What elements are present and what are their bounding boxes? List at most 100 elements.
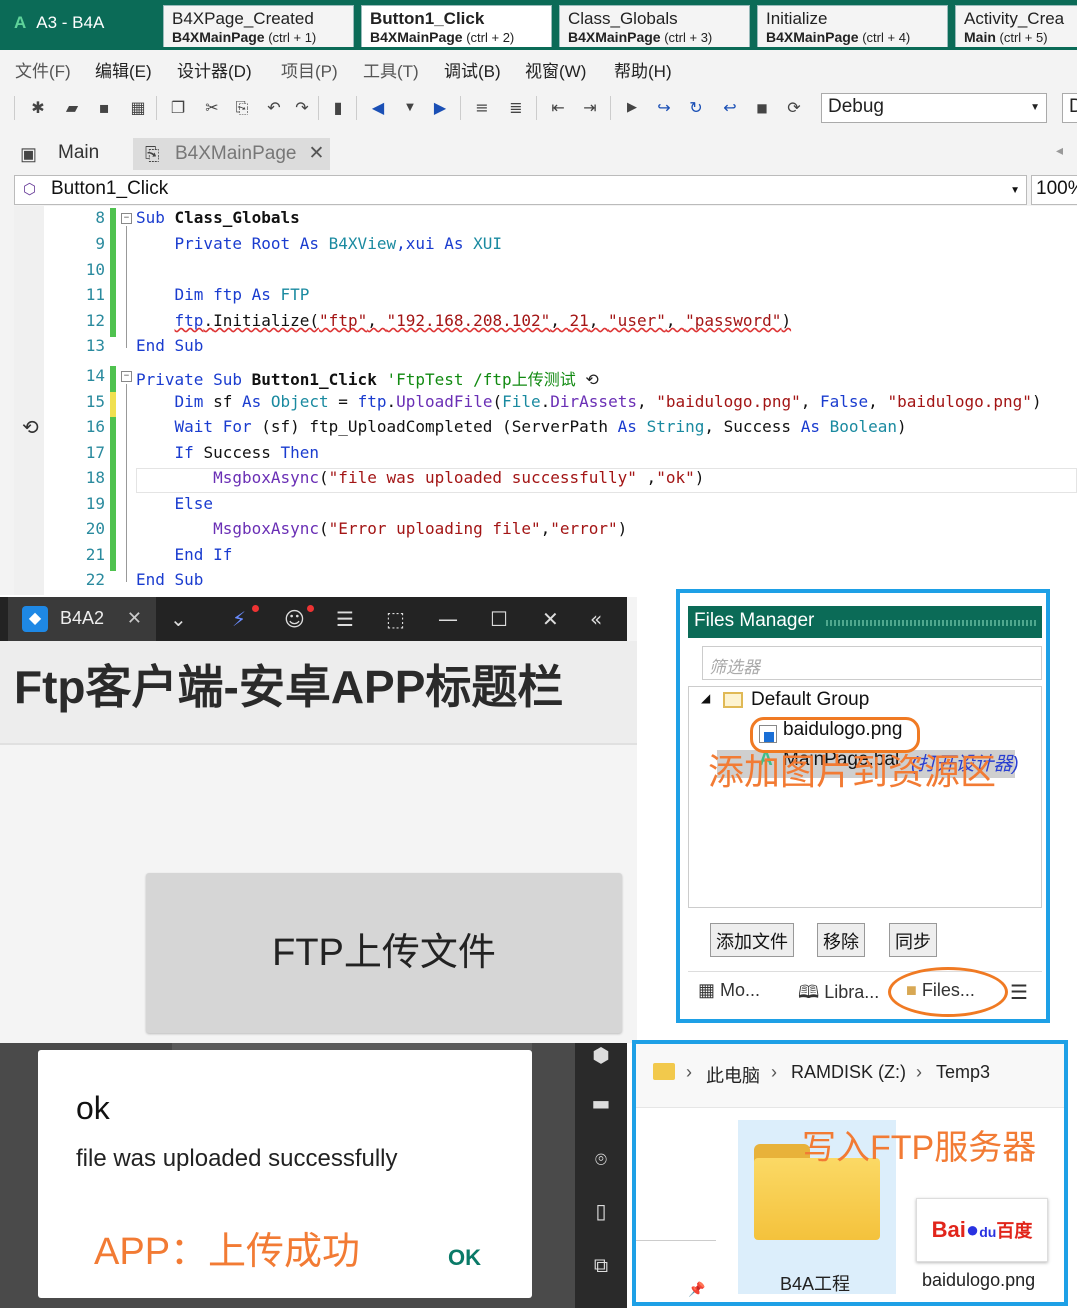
tree-group[interactable]: Default Group: [751, 689, 869, 711]
lightning-icon[interactable]: ⚡: [232, 607, 246, 631]
menu-icon[interactable]: ☰: [336, 607, 354, 631]
redo-icon[interactable]: ↷: [292, 98, 312, 118]
code-line[interactable]: 20 MsgboxAsync("Error uploading file","e…: [14, 519, 1077, 545]
outdent-icon[interactable]: ⇤: [548, 98, 568, 118]
paste-icon[interactable]: ⎘: [232, 98, 252, 118]
restart-icon[interactable]: ⟳: [784, 98, 804, 118]
doc-tab[interactable]: B4XPage_Created B4XMainPage (ctrl + 1): [163, 5, 354, 47]
menu-item[interactable]: 项目(P): [281, 57, 338, 82]
step-out-icon[interactable]: ↩: [720, 98, 740, 118]
folder-icon[interactable]: ▬: [588, 1091, 614, 1117]
uncomment-icon[interactable]: ≣: [506, 98, 526, 118]
code-token: "file was uploaded successfully": [328, 468, 637, 487]
new-project-icon[interactable]: ✱: [28, 98, 48, 118]
menu-item[interactable]: 视窗(W): [525, 57, 586, 82]
stop-icon[interactable]: ■: [752, 98, 772, 118]
tab-libraries[interactable]: 🕮 Libra...: [798, 980, 879, 1010]
chevron-down-icon[interactable]: ▼: [400, 98, 420, 118]
code-area[interactable]: 8− Sub Class_Globals 9 Private Root As B4X…: [14, 206, 1077, 595]
shake-icon[interactable]: ▯: [588, 1199, 614, 1225]
code-editor[interactable]: 8− Sub Class_Globals 9 Private Root As B4X…: [14, 206, 1077, 595]
open-folder-icon[interactable]: ▰: [62, 98, 82, 118]
close-window-icon[interactable]: ✕: [542, 607, 559, 631]
doc-tab[interactable]: Button1_Click B4XMainPage (ctrl + 2): [361, 5, 552, 47]
comment-icon[interactable]: ≡: [472, 98, 492, 118]
save-icon[interactable]: ▪: [94, 98, 114, 118]
code-token: Initialize(: [213, 311, 320, 330]
collapse-icon[interactable]: −: [121, 371, 132, 382]
doc-tab[interactable]: Class_Globals B4XMainPage (ctrl + 3): [559, 5, 750, 47]
add-file-button[interactable]: 添加文件: [710, 923, 794, 957]
minimize-icon[interactable]: —: [438, 607, 458, 631]
sub-selector[interactable]: ⬡ Button1_Click ▼: [14, 175, 1027, 205]
menu-item[interactable]: 文件(F): [15, 57, 71, 82]
settings-icon[interactable]: ⬢: [588, 1043, 614, 1069]
build-config-select[interactable]: Debug ▼: [821, 93, 1047, 123]
scroll-left-icon[interactable]: ◂: [1056, 142, 1063, 159]
code-token: , Success: [704, 417, 801, 436]
code-line[interactable]: 18 MsgboxAsync("file was uploaded succes…: [14, 468, 1077, 494]
code-line[interactable]: 10: [14, 260, 1077, 286]
emulator-tab[interactable]: ◆ B4A2 ✕: [8, 597, 156, 641]
code-line[interactable]: 11 Dim ftp As FTP: [14, 285, 1077, 311]
code-line[interactable]: 17 If Success Then: [14, 443, 1077, 469]
collapse-icon[interactable]: −: [121, 213, 132, 224]
tab-b4xmainpage[interactable]: ⎘ B4XMainPage ✕: [133, 138, 330, 170]
close-icon[interactable]: ✕: [127, 608, 142, 629]
breadcrumb-temp3[interactable]: Temp3: [936, 1062, 990, 1083]
rotate-icon[interactable]: ⧉: [588, 1253, 614, 1279]
close-icon[interactable]: ✕: [308, 143, 324, 164]
files-filter-input[interactable]: 筛选器: [702, 646, 1042, 680]
run-icon[interactable]: ▶: [622, 98, 642, 118]
save-all-icon[interactable]: ▦: [128, 98, 148, 118]
menu-item[interactable]: 工具(T): [363, 57, 419, 82]
code-token: ,: [800, 392, 820, 411]
code-line[interactable]: 8 − Sub Class_Globals: [14, 208, 1077, 234]
menu-item[interactable]: 设计器(D): [177, 57, 252, 82]
screenshot-icon[interactable]: ⬚: [386, 607, 405, 631]
doc-tab[interactable]: Initialize B4XMainPage (ctrl + 4): [757, 5, 948, 47]
step-into-icon[interactable]: ↪: [654, 98, 674, 118]
copy-icon[interactable]: ❐: [168, 98, 188, 118]
indent-icon[interactable]: ⇥: [580, 98, 600, 118]
collapse-icon[interactable]: «: [590, 607, 602, 631]
menu-item[interactable]: 帮助(H): [614, 57, 672, 82]
ftp-upload-button[interactable]: FTP上传文件: [146, 873, 622, 1033]
menu-item[interactable]: 调试(B): [444, 57, 501, 82]
drag-handle[interactable]: [826, 620, 1036, 626]
menu-item[interactable]: 编辑(E): [95, 57, 152, 82]
code-line[interactable]: 21 End If: [14, 545, 1077, 571]
doc-tab[interactable]: Activity_Crea Main (ctrl + 5): [955, 5, 1077, 47]
zoom-select[interactable]: 100%: [1031, 175, 1077, 205]
bookmark-icon[interactable]: ▮: [328, 98, 348, 118]
code-line[interactable]: 13 End Sub: [14, 336, 1077, 361]
step-over-icon[interactable]: ↻: [686, 98, 706, 118]
location-icon[interactable]: ⌾: [588, 1147, 614, 1173]
code-line[interactable]: 16 Wait For (sf) ftp_UploadCompleted (Se…: [14, 415, 1077, 443]
sync-button[interactable]: 同步: [889, 923, 937, 957]
code-line[interactable]: 9 Private Root As B4XView,xui As XUI: [14, 234, 1077, 260]
expand-icon[interactable]: ◢: [701, 691, 710, 705]
navigate-back-icon[interactable]: ◀: [368, 98, 388, 118]
breadcrumb-ramdisk[interactable]: RAMDISK (Z:): [791, 1062, 906, 1083]
device-select[interactable]: D: [1062, 93, 1077, 123]
code-line[interactable]: 15 Dim sf As Object = ftp.UploadFile(Fil…: [14, 392, 1077, 418]
cut-icon[interactable]: ✂: [202, 98, 222, 118]
tab-main[interactable]: ▣ Main: [8, 138, 126, 170]
account-icon[interactable]: ☺: [284, 607, 305, 631]
dialog-ok-button[interactable]: OK: [448, 1245, 481, 1271]
baidu-logo-thumbnail[interactable]: Bai●du百度: [916, 1198, 1048, 1262]
pin-icon[interactable]: 📌: [688, 1282, 705, 1298]
code-line[interactable]: 14 − Private Sub Button1_Click 'FtpTest /f…: [14, 366, 1077, 392]
chevron-down-icon[interactable]: ⌄: [170, 607, 187, 631]
navigate-forward-icon[interactable]: ▶: [430, 98, 450, 118]
code-line[interactable]: 12 ftp.Initialize("ftp", "192.168.208.10…: [14, 311, 1077, 337]
panel-menu-icon[interactable]: ☰: [1010, 980, 1028, 1005]
maximize-icon[interactable]: ☐: [490, 607, 508, 631]
change-marker: [110, 392, 116, 418]
breadcrumb-this-pc[interactable]: 此电脑: [706, 1062, 760, 1088]
tab-modules[interactable]: ▦ Mo...: [698, 980, 760, 1001]
remove-button[interactable]: 移除: [817, 923, 865, 957]
undo-icon[interactable]: ↶: [264, 98, 284, 118]
code-line[interactable]: 19 Else: [14, 494, 1077, 520]
